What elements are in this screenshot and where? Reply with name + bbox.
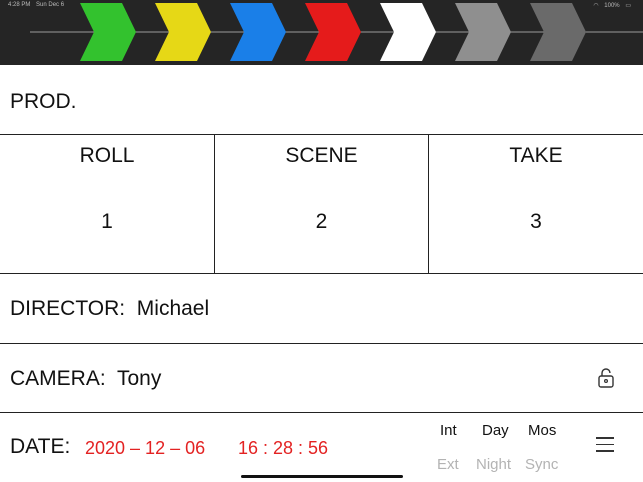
home-indicator [241, 475, 403, 478]
mos-toggle[interactable]: Mos [528, 422, 556, 439]
date-label: DATE: [10, 435, 71, 458]
slate-grid: ROLL 1 SCENE 2 TAKE 3 [0, 135, 643, 274]
menu-icon[interactable] [596, 437, 614, 453]
take-label: TAKE [509, 144, 563, 167]
take-value: 3 [530, 210, 542, 233]
camera-text: CAMERA: Tony [10, 367, 162, 390]
clapper-stripes [30, 3, 643, 61]
scene-label: SCENE [285, 144, 358, 167]
director-text: DIRECTOR: Michael [10, 297, 210, 320]
director-row[interactable]: DIRECTOR: Michael [0, 274, 643, 344]
ext-toggle[interactable]: Ext [437, 456, 459, 473]
date-footer: DATE: 2020 – 12 – 06 16 : 28 : 56 Int Da… [0, 413, 643, 482]
take-cell[interactable]: TAKE 3 [429, 135, 643, 273]
battery-level: 100% [604, 3, 620, 9]
status-date: Sun Dec 6 [36, 2, 65, 8]
scene-value: 2 [315, 210, 328, 233]
sync-toggle[interactable]: Sync [525, 456, 558, 473]
day-toggle[interactable]: Day [482, 422, 509, 439]
status-bar-right: ◠ 100% ▭ [593, 2, 635, 9]
status-time: 4:28 PM [8, 2, 31, 8]
status-bar-left: 4:28 PM Sun Dec 6 [8, 2, 68, 8]
time-value[interactable]: 16 : 28 : 56 [238, 438, 328, 459]
int-toggle[interactable]: Int [440, 422, 457, 439]
scene-cell[interactable]: SCENE 2 [215, 135, 429, 273]
prod-label: PROD. [10, 90, 77, 113]
roll-value: 1 [101, 210, 113, 233]
camera-row[interactable]: CAMERA: Tony [0, 344, 643, 413]
night-toggle[interactable]: Night [476, 456, 511, 473]
prod-row[interactable]: PROD. [0, 65, 643, 135]
wifi-icon: ◠ [593, 3, 599, 9]
battery-icon: ▭ [625, 3, 631, 9]
date-value[interactable]: 2020 – 12 – 06 [85, 438, 205, 459]
clapper-header: 4:28 PM Sun Dec 6 ◠ 100% ▭ [0, 0, 643, 65]
lock-open-icon[interactable] [597, 367, 615, 389]
roll-cell[interactable]: ROLL 1 [0, 135, 215, 273]
roll-label: ROLL [79, 144, 135, 167]
